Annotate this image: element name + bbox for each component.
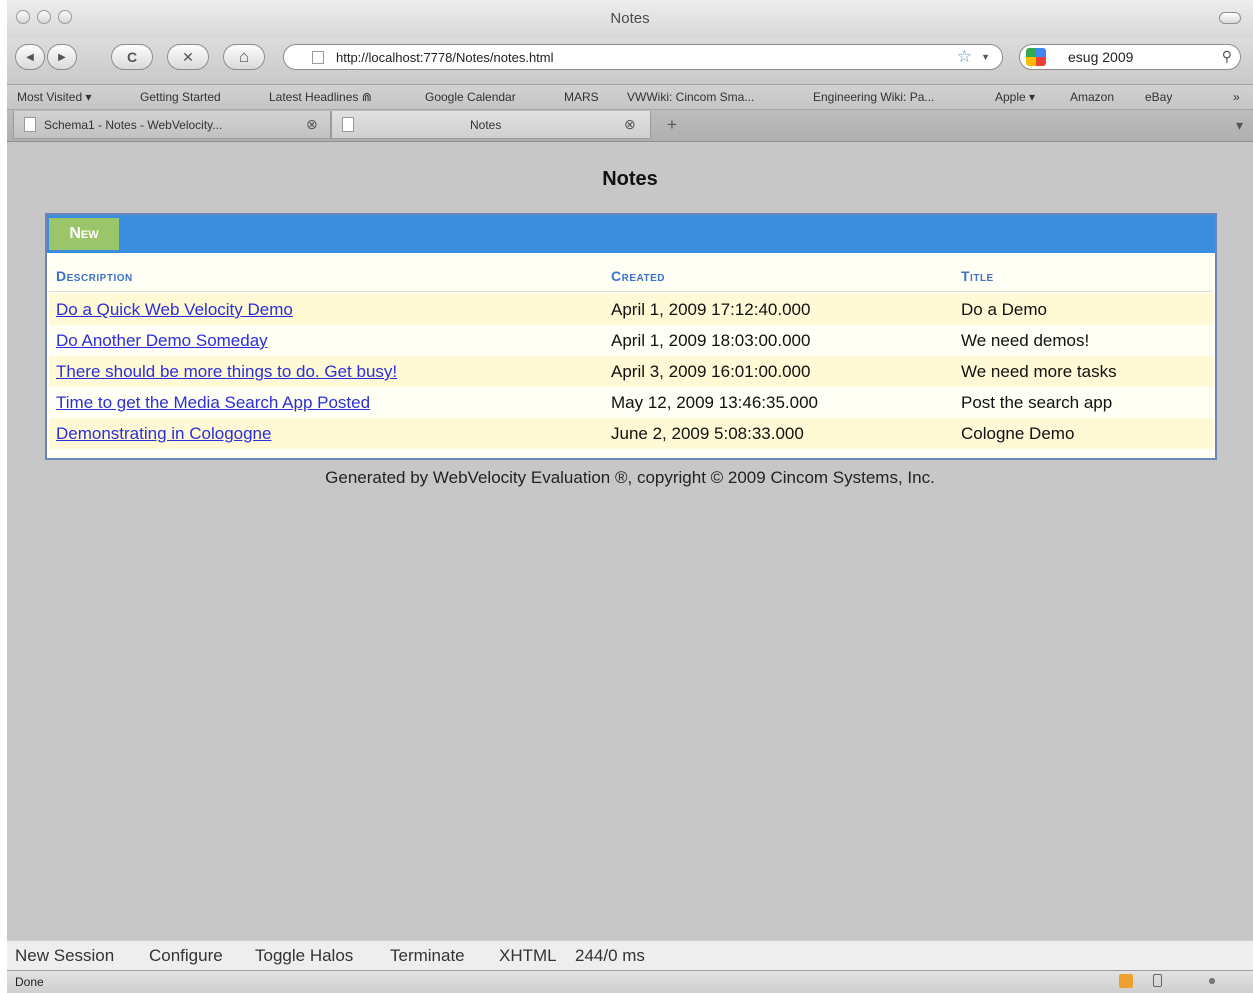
session-toolbar: New Session Configure Toggle Halos Termi… — [7, 940, 1253, 970]
tab-strip: Schema1 - Notes - WebVelocity... ⊗ Notes… — [7, 110, 1253, 142]
tab-notes[interactable]: Notes ⊗ — [331, 111, 651, 139]
stop-icon: ✕ — [182, 48, 194, 65]
bookmark-most-visited[interactable]: Most Visited ▾ — [17, 90, 92, 104]
header-divider — [49, 291, 1213, 292]
tab-close-icon[interactable]: ⊗ — [306, 116, 318, 133]
notes-table-panel: New Description Created Title Do a Quick… — [45, 213, 1217, 460]
toggle-halos-link[interactable]: Toggle Halos — [255, 946, 353, 966]
bookmark-apple[interactable]: Apple ▾ — [995, 90, 1035, 104]
page-info-icon[interactable] — [1153, 974, 1162, 987]
bookmark-latest-headlines[interactable]: Latest Headlines ⋒ — [269, 90, 372, 104]
table-row: Do a Quick Web Velocity Demo April 1, 20… — [49, 294, 1213, 325]
address-bar[interactable]: http://localhost:7778/Notes/notes.html ☆… — [283, 44, 1003, 70]
bookmark-google-calendar[interactable]: Google Calendar — [425, 90, 516, 104]
bookmarks-overflow-chevron[interactable]: » — [1233, 90, 1240, 104]
tab-label: Schema1 - Notes - WebVelocity... — [44, 118, 223, 132]
new-note-button[interactable]: New — [49, 218, 119, 250]
note-description-link[interactable]: Demonstrating in Cologogne — [56, 424, 271, 443]
bookmark-mars[interactable]: MARS — [564, 90, 599, 104]
navigation-toolbar: ◀ ▶ C ✕ ⌂ http://localhost:7778/Notes/no… — [7, 38, 1253, 84]
bookmark-vwwiki[interactable]: VWWiki: Cincom Sma... — [627, 90, 754, 104]
note-title: Cologne Demo — [961, 424, 1075, 443]
forward-arrow-icon: ▶ — [58, 51, 66, 63]
site-identity-icon[interactable] — [312, 51, 324, 64]
google-search-engine-icon[interactable] — [1026, 48, 1046, 66]
note-description-link[interactable]: Do Another Demo Someday — [56, 331, 268, 350]
page-document-icon — [24, 117, 36, 132]
note-created: April 1, 2009 17:12:40.000 — [611, 300, 811, 319]
column-header-title[interactable]: Title — [961, 268, 994, 284]
tab-close-icon[interactable]: ⊗ — [624, 116, 636, 133]
bookmark-ebay[interactable]: eBay — [1145, 90, 1172, 104]
note-created: April 3, 2009 16:01:00.000 — [611, 362, 811, 381]
page-title: Notes — [602, 168, 658, 190]
bookmark-getting-started[interactable]: Getting Started — [140, 90, 221, 104]
table-row: Do Another Demo Someday April 1, 2009 18… — [49, 325, 1213, 356]
stop-button[interactable]: ✕ — [167, 44, 209, 70]
url-text: http://localhost:7778/Notes/notes.html — [336, 50, 554, 65]
table-row: Demonstrating in Cologogne June 2, 2009 … — [49, 418, 1213, 449]
note-created: May 12, 2009 13:46:35.000 — [611, 393, 818, 412]
note-title: We need more tasks — [961, 362, 1117, 381]
xhtml-link[interactable]: XHTML — [499, 946, 557, 966]
browser-window: Notes ◀ ▶ C ✕ ⌂ http://localhost:7778/No… — [7, 0, 1253, 993]
column-header-description[interactable]: Description — [56, 268, 133, 284]
note-created: April 1, 2009 18:03:00.000 — [611, 331, 811, 350]
bookmark-engineering-wiki[interactable]: Engineering Wiki: Pa... — [813, 90, 934, 104]
back-button[interactable]: ◀ — [15, 44, 45, 70]
tab-list-dropdown-icon[interactable]: ▾ — [1236, 117, 1243, 134]
history-dropdown-icon[interactable]: ▼ — [981, 52, 990, 62]
search-bar[interactable]: esug 2009 ⚲ — [1019, 44, 1241, 70]
window-title: Notes — [610, 10, 650, 27]
note-description-link[interactable]: There should be more things to do. Get b… — [56, 362, 397, 381]
bookmark-amazon[interactable]: Amazon — [1070, 90, 1114, 104]
magnifier-icon[interactable]: ⚲ — [1222, 48, 1232, 65]
status-text: Done — [15, 975, 44, 989]
new-tab-button[interactable]: + — [657, 114, 687, 138]
note-title: We need demos! — [961, 331, 1090, 350]
title-bar: Notes — [7, 0, 1253, 38]
tab-label: Notes — [470, 118, 502, 132]
home-button[interactable]: ⌂ — [223, 44, 265, 70]
search-input[interactable]: esug 2009 — [1068, 49, 1133, 65]
note-created: June 2, 2009 5:08:33.000 — [611, 424, 804, 443]
note-description-link[interactable]: Do a Quick Web Velocity Demo — [56, 300, 293, 319]
configure-link[interactable]: Configure — [149, 946, 223, 966]
status-bar: Done — [7, 970, 1253, 993]
render-time: 244/0 ms — [575, 946, 645, 965]
resize-grip-icon[interactable] — [1205, 974, 1219, 988]
terminate-link[interactable]: Terminate — [390, 946, 465, 966]
addon-status-icon[interactable] — [1119, 974, 1133, 988]
new-session-link[interactable]: New Session — [15, 946, 114, 966]
note-title: Do a Demo — [961, 300, 1047, 319]
bookmarks-bar: Most Visited ▾ Getting Started Latest He… — [7, 84, 1253, 110]
bookmark-star-icon[interactable]: ☆ — [957, 47, 972, 67]
panel-header: New — [47, 215, 1215, 253]
table-row: There should be more things to do. Get b… — [49, 356, 1213, 387]
back-arrow-icon: ◀ — [26, 51, 34, 63]
reload-icon: C — [126, 49, 138, 65]
note-description-link[interactable]: Time to get the Media Search App Posted — [56, 393, 370, 412]
toolbar-toggle-button[interactable] — [1219, 12, 1241, 24]
page-document-icon — [342, 117, 354, 132]
column-header-created[interactable]: Created — [611, 268, 665, 284]
generated-by-footer: Generated by WebVelocity Evaluation ®, c… — [325, 468, 935, 487]
table-row: Time to get the Media Search App Posted … — [49, 387, 1213, 418]
reload-button[interactable]: C — [111, 44, 153, 70]
home-icon: ⌂ — [238, 47, 250, 66]
page-content: Notes New Description Created Title Do a… — [7, 142, 1253, 940]
tab-schema1-notes[interactable]: Schema1 - Notes - WebVelocity... ⊗ — [13, 111, 331, 139]
note-title: Post the search app — [961, 393, 1113, 412]
forward-button[interactable]: ▶ — [47, 44, 77, 70]
